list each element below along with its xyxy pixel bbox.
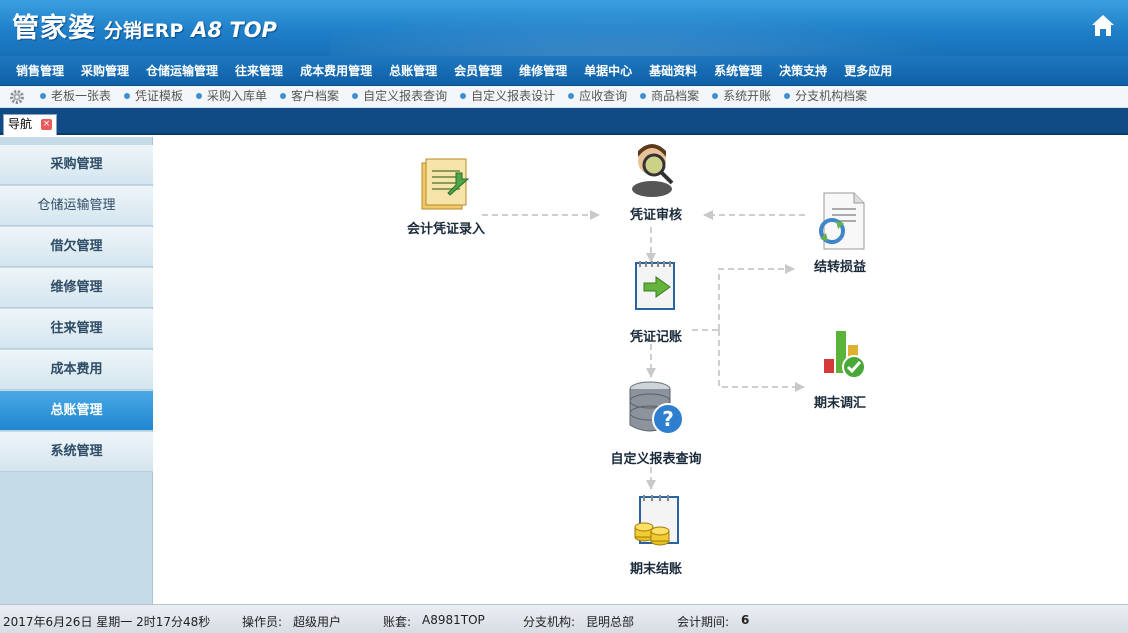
bullet-icon [352,93,359,99]
transfer-profit-icon [819,192,865,250]
header-decoration [330,0,1030,56]
period-adjust-icon [824,331,866,379]
voucher-audit-icon [632,144,674,197]
voucher-entry-label: 会计凭证录入 [406,222,485,237]
custom-report-query-icon: ? [629,381,684,435]
status-branch: 昆明总部 [586,615,635,629]
voucher-entry-icon [421,158,470,210]
bullet-icon [196,93,203,99]
menu-more[interactable]: 更多应用 [835,56,900,86]
status-operator: 超级用户 [293,615,342,629]
node-period-close[interactable]: 期末结账 [596,493,716,577]
bullet-icon [40,93,46,99]
bullet-icon [568,93,575,99]
status-operator-label: 操作员: [242,615,283,629]
menu-sales[interactable]: 销售管理 [7,56,72,86]
bullet-icon [460,93,467,99]
bullet-icon [784,93,791,99]
menu-member[interactable]: 会员管理 [445,56,510,86]
gear-icon[interactable] [9,89,25,105]
menu-decision[interactable]: 决策支持 [770,56,835,86]
sidebar-item-cost[interactable]: 成本费用 [0,350,153,390]
menu-repair[interactable]: 维修管理 [510,56,575,86]
svg-text:?: ? [662,407,674,431]
main-menu: 销售管理 采购管理 仓储运输管理 往来管理 成本费用管理 总账管理 会员管理 维… [0,56,1128,86]
logo-version: A8 TOP [191,18,277,42]
voucher-posting-label: 凭证记账 [629,330,682,345]
status-account: A8981TOP [422,613,485,627]
sidebar-item-warehouse[interactable]: 仓储运输管理 [0,186,153,226]
quick-link[interactable]: 自定义报表查询 [352,86,447,107]
sidebar-item-system[interactable]: 系统管理 [0,432,153,472]
quick-link[interactable]: 系统开账 [712,86,771,107]
quick-link[interactable]: 凭证模板 [124,86,183,107]
sidebar-item-accounts[interactable]: 往来管理 [0,309,153,349]
menu-basic-data[interactable]: 基础资料 [640,56,705,86]
custom-report-query-label: 自定义报表查询 [610,452,702,467]
quick-link[interactable]: 客户档案 [280,86,339,107]
status-bar: 2017年6月26日 星期一 2时17分48秒 操作员: 超级用户 账套: A8… [0,604,1128,633]
node-voucher-posting[interactable]: 凭证记账 [596,259,716,345]
node-voucher-entry[interactable]: 会计凭证录入 [386,157,506,237]
quick-link[interactable]: 采购入库单 [196,86,267,107]
status-datetime: 2017年6月26日 星期一 2时17分48秒 [3,615,211,629]
node-transfer-profit[interactable]: 结转损益 [780,191,900,275]
bullet-icon [124,93,131,99]
close-icon[interactable]: × [41,119,52,130]
arrow-posting-to-transfer [718,264,795,330]
sidebar-item-repair[interactable]: 维修管理 [0,268,153,308]
menu-accounts[interactable]: 往来管理 [226,56,291,86]
status-branch-label: 分支机构: [523,615,576,629]
quick-link[interactable]: 分支机构档案 [784,86,867,107]
period-adjust-label: 期末调汇 [813,396,866,411]
menu-system[interactable]: 系统管理 [705,56,770,86]
app-logo: 管家婆 分销ERP A8 TOP [12,6,277,45]
home-icon[interactable] [1088,11,1118,41]
flow-canvas: 会计凭证录入 凭证审核 结转损益 凭证记账 期末调汇 ? 自定义报表查询 期末结… [154,137,1128,604]
bullet-icon [640,93,647,99]
period-close-label: 期末结账 [629,562,682,577]
quick-link[interactable]: 应收查询 [568,86,627,107]
quick-link-bar: 老板一张表 凭证模板 采购入库单 客户档案 自定义报表查询 自定义报表设计 应收… [0,86,1128,108]
menu-cost[interactable]: 成本费用管理 [291,56,380,86]
app-header: 管家婆 分销ERP A8 TOP [0,0,1128,56]
voucher-posting-icon [635,261,675,310]
logo-sub: 分销ERP [103,20,184,42]
status-period: 6 [741,613,750,627]
voucher-audit-label: 凭证审核 [629,208,682,223]
sidebar-item-ledger[interactable]: 总账管理 [0,391,153,431]
quick-link[interactable]: 商品档案 [640,86,699,107]
tab-strip: 导航 × [0,108,1128,135]
tab-label: 导航 [8,117,33,131]
status-period-label: 会计期间: [677,615,730,629]
node-voucher-audit[interactable]: 凭证审核 [596,137,716,223]
period-close-icon [634,495,679,546]
transfer-profit-label: 结转损益 [813,260,866,275]
bullet-icon [712,93,719,99]
sidebar: 采购管理 仓储运输管理 借欠管理 维修管理 往来管理 成本费用 总账管理 系统管… [0,137,153,604]
menu-warehouse[interactable]: 仓储运输管理 [137,56,226,86]
menu-purchase[interactable]: 采购管理 [72,56,137,86]
quick-link[interactable]: 老板一张表 [40,86,111,107]
node-custom-report-query[interactable]: ? 自定义报表查询 [596,379,716,467]
node-period-adjust[interactable]: 期末调汇 [780,327,900,411]
tab-navigation[interactable]: 导航 × [3,114,57,135]
quick-link[interactable]: 自定义报表设计 [460,86,555,107]
menu-ledger[interactable]: 总账管理 [380,56,445,86]
logo-main: 管家婆 [12,13,96,44]
sidebar-item-debt[interactable]: 借欠管理 [0,227,153,267]
menu-documents[interactable]: 单据中心 [575,56,640,86]
sidebar-item-purchase[interactable]: 采购管理 [0,145,153,185]
status-account-label: 账套: [383,615,412,629]
bullet-icon [280,93,287,99]
